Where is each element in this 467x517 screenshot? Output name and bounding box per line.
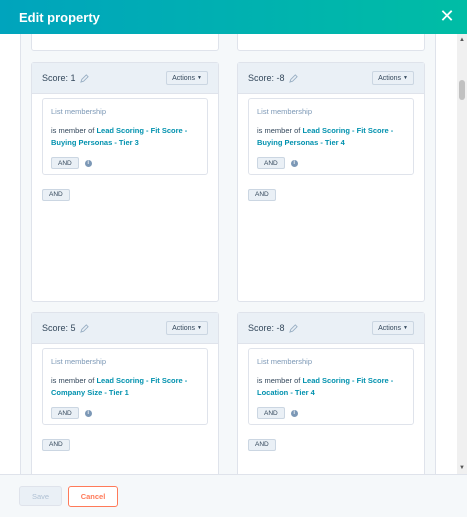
dialog-title: Edit property — [19, 9, 100, 25]
info-icon[interactable]: i — [290, 409, 298, 417]
score-value: Score: 5 — [42, 323, 76, 333]
chevron-down-icon: ▼ — [403, 75, 408, 81]
and-row: AND i — [257, 157, 405, 169]
filter-text: is member of Lead Scoring - Fit Score - … — [51, 125, 199, 151]
actions-button[interactable]: Actions ▼ — [166, 321, 208, 335]
score-card: Score: -8 Actions ▼ List membership is me… — [237, 312, 425, 474]
outer-and-button[interactable]: AND — [248, 438, 276, 451]
filter-text: is member of Lead Scoring - Fit Score - … — [257, 125, 405, 151]
filter-operator: is member of — [51, 126, 97, 135]
inner-and-button[interactable]: AND — [257, 407, 285, 419]
scroll-up-icon[interactable]: ▲ — [459, 36, 465, 44]
pencil-icon[interactable] — [288, 323, 298, 333]
outer-and-row: AND — [42, 183, 218, 201]
filter-block[interactable]: List membership is member of Lead Scorin… — [248, 98, 414, 175]
score-card-partial-left — [31, 34, 219, 51]
outer-and-button[interactable]: AND — [42, 438, 70, 451]
info-icon[interactable]: i — [84, 159, 92, 167]
score-card-header: Score: -8 Actions ▼ — [238, 313, 424, 344]
score-card-header: Score: -8 Actions ▼ — [238, 63, 424, 94]
filter-operator: is member of — [257, 376, 303, 385]
and-row: AND i — [51, 157, 199, 169]
outer-and-row: AND — [248, 183, 424, 201]
filter-block[interactable]: List membership is member of Lead Scorin… — [42, 348, 208, 425]
chevron-down-icon: ▼ — [403, 325, 408, 331]
score-label: Score: 1 — [42, 73, 89, 83]
score-label: Score: -8 — [248, 73, 298, 83]
actions-button[interactable]: Actions ▼ — [372, 71, 414, 85]
actions-label: Actions — [378, 324, 402, 332]
pencil-icon[interactable] — [288, 73, 298, 83]
filter-text: is member of Lead Scoring - Fit Score - … — [257, 375, 405, 401]
outer-and-button[interactable]: AND — [248, 188, 276, 201]
info-icon[interactable]: i — [84, 409, 92, 417]
score-label: Score: 5 — [42, 323, 89, 333]
filter-operator: is member of — [51, 376, 97, 385]
filter-operator: is member of — [257, 126, 303, 135]
filter-block[interactable]: List membership is member of Lead Scorin… — [248, 348, 414, 425]
vertical-scrollbar[interactable]: ▲ ▼ — [457, 34, 467, 474]
dialog-footer: Save Cancel — [0, 474, 467, 517]
score-label: Score: -8 — [248, 323, 298, 333]
inner-and-button[interactable]: AND — [51, 157, 79, 169]
filter-type: List membership — [51, 107, 107, 116]
score-card: Score: 5 Actions ▼ List membership is mem… — [31, 312, 219, 474]
actions-label: Actions — [172, 74, 196, 82]
score-value: Score: -8 — [248, 73, 285, 83]
inner-and-button[interactable]: AND — [257, 157, 285, 169]
pencil-icon[interactable] — [79, 323, 89, 333]
outer-and-row: AND — [248, 433, 424, 451]
dialog-header: Edit property ✕ — [0, 0, 467, 34]
score-value: Score: -8 — [248, 323, 285, 333]
scroll-down-icon[interactable]: ▼ — [459, 464, 465, 472]
inner-and-button[interactable]: AND — [51, 407, 79, 419]
cancel-button[interactable]: Cancel — [68, 485, 118, 507]
score-card: Score: -8 Actions ▼ List membership is me… — [237, 62, 425, 302]
score-value: Score: 1 — [42, 73, 76, 83]
score-card-header: Score: 5 Actions ▼ — [32, 313, 218, 344]
actions-label: Actions — [378, 74, 402, 82]
score-card-partial-right — [237, 34, 425, 51]
chevron-down-icon: ▼ — [197, 75, 202, 81]
dialog-content[interactable]: Score: 1 Actions ▼ List membership is mem… — [0, 34, 467, 474]
actions-button[interactable]: Actions ▼ — [372, 321, 414, 335]
chevron-down-icon: ▼ — [197, 325, 202, 331]
actions-button[interactable]: Actions ▼ — [166, 71, 208, 85]
pencil-icon[interactable] — [79, 73, 89, 83]
and-row: AND i — [51, 407, 199, 419]
save-button[interactable]: Save — [19, 486, 62, 506]
score-card-header: Score: 1 Actions ▼ — [32, 63, 218, 94]
filter-text: is member of Lead Scoring - Fit Score - … — [51, 375, 199, 401]
outer-and-button[interactable]: AND — [42, 188, 70, 201]
outer-and-row: AND — [42, 433, 218, 451]
filter-block[interactable]: List membership is member of Lead Scorin… — [42, 98, 208, 175]
filter-type: List membership — [257, 357, 313, 366]
filter-type: List membership — [51, 357, 107, 366]
score-card: Score: 1 Actions ▼ List membership is mem… — [31, 62, 219, 302]
scroll-thumb[interactable] — [459, 80, 465, 100]
actions-label: Actions — [172, 324, 196, 332]
info-icon[interactable]: i — [290, 159, 298, 167]
close-icon[interactable]: ✕ — [437, 6, 457, 26]
and-row: AND i — [257, 407, 405, 419]
filter-type: List membership — [257, 107, 313, 116]
scoring-panel: Score: 1 Actions ▼ List membership is mem… — [20, 34, 436, 474]
